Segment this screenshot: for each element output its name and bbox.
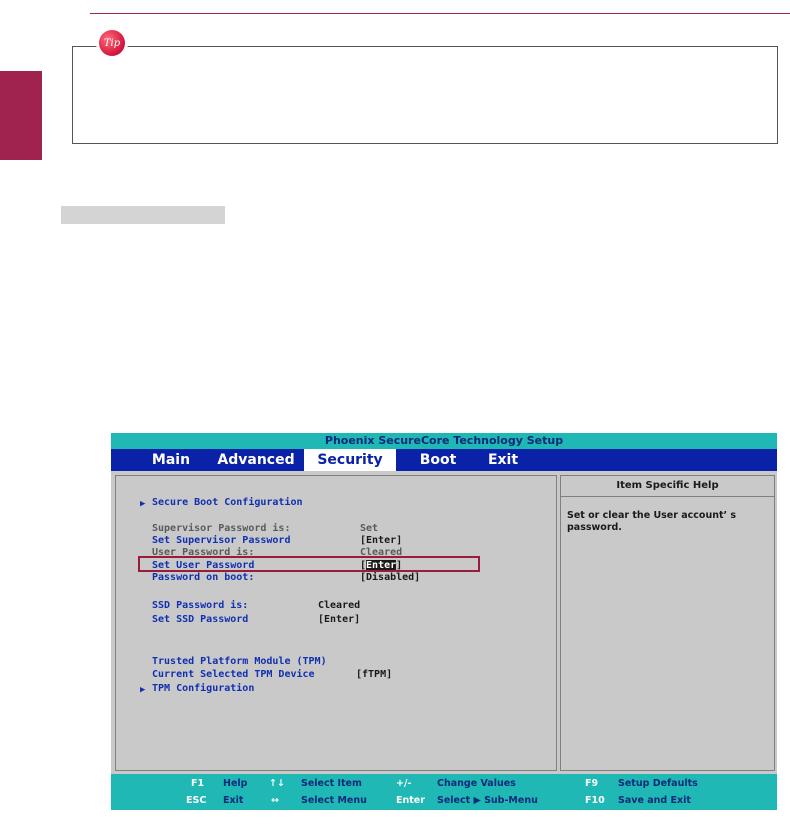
label-supervisor-password-is: Supervisor Password is: xyxy=(152,523,291,534)
key-enter-label: Select ▶ Sub-Menu xyxy=(437,795,538,806)
header-rule xyxy=(90,13,790,14)
menu-tab-advanced[interactable]: Advanced xyxy=(211,449,301,471)
key-f9: F9 xyxy=(585,778,599,789)
value-supervisor-password-is: Set xyxy=(360,523,379,534)
help-text: Set or clear the User account’ s passwor… xyxy=(567,510,737,533)
key-leftright-icon: ↔ xyxy=(271,795,279,806)
label-ssd-password-is: SSD Password is: xyxy=(152,600,249,611)
section-heading-bar xyxy=(61,206,225,224)
label-tpm: Trusted Platform Module (TPM) xyxy=(152,656,327,667)
label-current-tpm-device: Current Selected TPM Device xyxy=(152,669,315,680)
highlight-frame-set-user-password xyxy=(138,556,480,572)
key-esc-label: Exit xyxy=(223,795,244,806)
help-header: Item Specific Help xyxy=(561,476,774,497)
bios-setup-screenshot: Phoenix SecureCore Technology Setup Main… xyxy=(111,433,777,810)
key-f1-label: Help xyxy=(223,778,248,789)
submenu-arrow-icon: ▶ xyxy=(140,499,146,509)
key-enter: Enter xyxy=(396,795,425,806)
menu-tab-main[interactable]: Main xyxy=(141,449,201,471)
key-updown-icon: ↑↓ xyxy=(269,778,285,789)
menu-item-set-supervisor-password[interactable]: Set Supervisor Password xyxy=(152,535,290,547)
key-f1: F1 xyxy=(191,778,205,789)
bios-menubar: Main Advanced Security Boot Exit xyxy=(111,449,777,471)
bios-title: Phoenix SecureCore Technology Setup xyxy=(111,433,777,449)
menu-item-set-ssd-password[interactable]: Set SSD Password xyxy=(152,614,248,626)
value-password-on-boot[interactable]: [Disabled] xyxy=(360,572,420,584)
bios-help-panel: Item Specific Help Set or clear the User… xyxy=(560,475,775,771)
key-plusminus-label: Change Values xyxy=(437,778,516,789)
key-esc: ESC xyxy=(186,795,207,806)
menu-item-secure-boot[interactable]: Secure Boot Configuration xyxy=(152,497,303,509)
tip-badge-icon: Tip xyxy=(99,30,125,56)
bios-footer: F1 Help ↑↓ Select Item +/- Change Values… xyxy=(111,774,777,810)
value-set-supervisor-password[interactable]: [Enter] xyxy=(360,535,402,547)
menu-item-password-on-boot[interactable]: Password on boot: xyxy=(152,572,254,584)
tip-box xyxy=(72,46,778,144)
key-f10: F10 xyxy=(585,795,605,806)
key-f10-label: Save and Exit xyxy=(618,795,691,806)
value-set-ssd-password[interactable]: [Enter] xyxy=(318,614,360,626)
menu-tab-boot[interactable]: Boot xyxy=(409,449,467,471)
menu-item-tpm-configuration[interactable]: TPM Configuration xyxy=(152,683,254,695)
menu-tab-security[interactable]: Security xyxy=(304,449,396,471)
value-ssd-password-is: Cleared xyxy=(318,600,361,611)
value-current-tpm-device: [fTPM] xyxy=(356,669,393,680)
bios-main-panel: ▶ Secure Boot Configuration Supervisor P… xyxy=(115,475,557,771)
key-plusminus: +/- xyxy=(396,778,412,789)
menu-tab-exit[interactable]: Exit xyxy=(477,449,529,471)
key-leftright-label: Select Menu xyxy=(301,795,367,806)
submenu-arrow-icon: ▶ xyxy=(140,685,146,695)
key-updown-label: Select Item xyxy=(301,778,362,789)
chapter-side-tab xyxy=(0,71,42,160)
key-f9-label: Setup Defaults xyxy=(618,778,698,789)
